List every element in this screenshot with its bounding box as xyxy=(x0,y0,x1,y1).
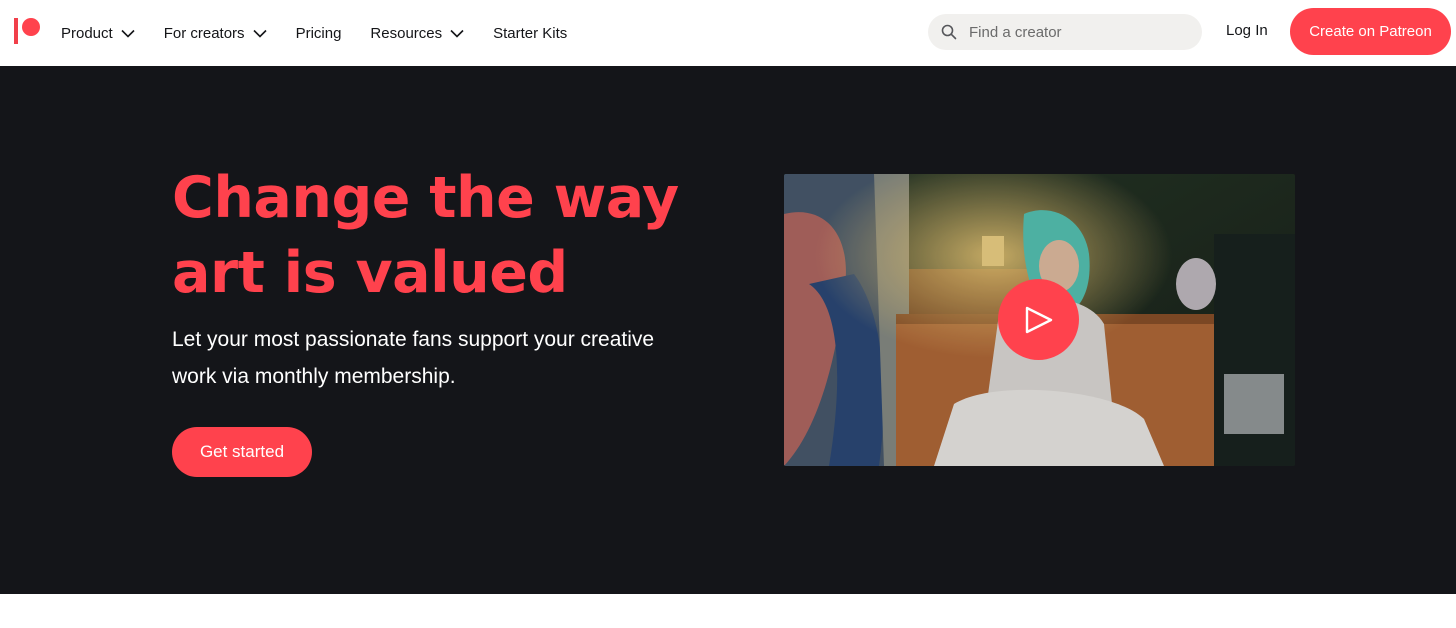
nav-item-label: Pricing xyxy=(295,24,342,42)
chevron-down-icon xyxy=(252,29,267,38)
headline-line-1: Change the way xyxy=(172,165,679,231)
patreon-logo-icon[interactable] xyxy=(14,18,42,46)
nav-item-product[interactable]: Product xyxy=(61,25,135,42)
login-link[interactable]: Log In xyxy=(1226,22,1268,39)
page-below-hero xyxy=(0,594,1456,628)
nav-item-pricing[interactable]: Pricing xyxy=(296,25,342,42)
hero-subtext: Let your most passionate fans support yo… xyxy=(172,321,692,395)
search-icon xyxy=(941,24,957,40)
logo-bar xyxy=(14,18,18,44)
search-input[interactable] xyxy=(969,23,1169,41)
nav-item-label: Starter Kits xyxy=(493,24,568,42)
subtext-line-1: Let your most passionate fans support yo… xyxy=(172,328,655,351)
main-nav: Product For creators Pricing Resources S… xyxy=(61,0,596,66)
hero-video[interactable] xyxy=(784,174,1295,466)
headline-line-2: art is valued xyxy=(172,240,568,306)
nav-item-label: Product xyxy=(61,24,113,42)
logo-dot xyxy=(22,18,40,36)
get-started-button[interactable]: Get started xyxy=(172,427,312,477)
play-button[interactable] xyxy=(998,279,1079,360)
subtext-line-2: work via monthly membership. xyxy=(172,365,456,388)
play-icon xyxy=(1024,306,1054,334)
hero-headline: Change the way art is valued xyxy=(172,161,692,311)
nav-item-label: For creators xyxy=(163,24,245,42)
nav-item-resources[interactable]: Resources xyxy=(370,25,464,42)
chevron-down-icon xyxy=(121,29,135,38)
chevron-down-icon xyxy=(450,29,464,38)
top-nav-bar: Product For creators Pricing Resources S… xyxy=(0,0,1456,66)
nav-item-for-creators[interactable]: For creators xyxy=(164,25,267,42)
nav-item-label: Resources xyxy=(370,24,443,42)
create-on-patreon-button[interactable]: Create on Patreon xyxy=(1290,8,1451,55)
creator-search[interactable] xyxy=(928,14,1202,50)
nav-item-starter-kits[interactable]: Starter Kits xyxy=(493,25,567,42)
hero-section: Change the way art is valued Let your mo… xyxy=(0,66,1456,594)
